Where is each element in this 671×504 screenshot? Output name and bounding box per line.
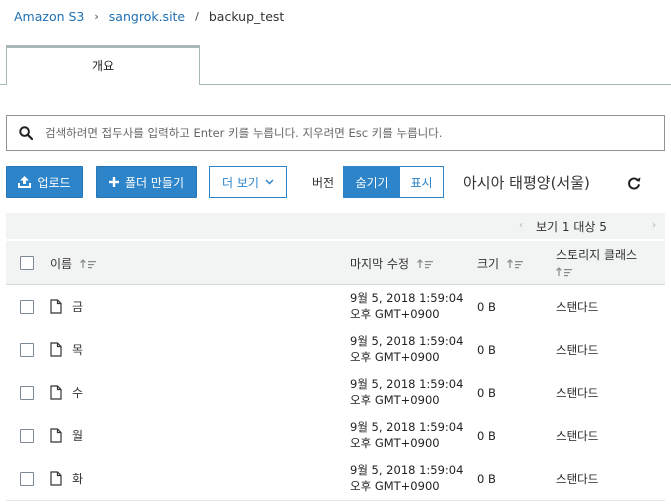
file-name-cell[interactable]: 금 — [50, 298, 83, 315]
last-modified-date: 9월 5, 2018 1:59:04 — [350, 420, 464, 434]
column-header-size-label: 크기 — [477, 257, 500, 271]
size-cell: 0 B — [477, 300, 496, 314]
table-row: 수 9월 5, 2018 1:59:04 오후 GMT+0900 0 B 스탠다… — [6, 371, 665, 415]
table-row: 목 9월 5, 2018 1:59:04 오후 GMT+0900 0 B 스탠다… — [6, 328, 665, 372]
create-folder-button[interactable]: 폴더 만들기 — [96, 166, 197, 198]
file-name: 월 — [72, 429, 84, 443]
storage-class-cell: 스탠다드 — [556, 300, 599, 314]
pagination-text: 보기 1 대상 5 — [536, 220, 607, 234]
search-icon — [19, 126, 33, 140]
select-all-checkbox[interactable] — [20, 256, 34, 270]
table-header: 이름 마지막 수정 크기 스토리지 클래스 — [6, 241, 665, 285]
sort-icon — [80, 258, 97, 268]
last-modified-cell: 9월 5, 2018 1:59:04 오후 GMT+0900 — [350, 333, 463, 365]
file-icon — [50, 471, 62, 486]
version-label: 버전 — [312, 176, 335, 190]
file-name-cell[interactable]: 월 — [50, 427, 83, 444]
file-name: 화 — [72, 472, 84, 486]
chevron-down-icon — [265, 179, 274, 185]
upload-icon — [18, 176, 32, 188]
file-icon — [50, 299, 62, 314]
row-checkbox[interactable] — [20, 300, 34, 314]
last-modified-time: 오후 GMT+0900 — [350, 307, 440, 321]
file-name-cell[interactable]: 수 — [50, 384, 83, 401]
breadcrumb-bucket[interactable]: sangrok.site — [109, 9, 185, 24]
last-modified-time: 오후 GMT+0900 — [350, 393, 440, 407]
column-header-name-label: 이름 — [50, 257, 73, 271]
last-modified-date: 9월 5, 2018 1:59:04 — [350, 463, 464, 477]
breadcrumb-amazon-s3[interactable]: Amazon S3 — [14, 9, 84, 24]
row-checkbox[interactable] — [20, 429, 34, 443]
last-modified-time: 오후 GMT+0900 — [350, 479, 440, 493]
size-cell: 0 B — [477, 429, 496, 443]
file-icon — [50, 428, 62, 443]
create-folder-button-label: 폴더 만들기 — [124, 175, 184, 190]
upload-button-label: 업로드 — [37, 175, 71, 190]
size-cell: 0 B — [477, 472, 496, 486]
column-header-name[interactable]: 이름 — [50, 255, 98, 272]
storage-class-cell: 스탠다드 — [556, 386, 599, 400]
file-name: 금 — [72, 300, 84, 314]
tab-overview[interactable]: 개요 — [6, 45, 200, 85]
version-hide-option[interactable]: 숨기기 — [344, 167, 400, 197]
last-modified-cell: 9월 5, 2018 1:59:04 오후 GMT+0900 — [350, 419, 463, 451]
storage-class-cell: 스탠다드 — [556, 429, 599, 443]
table-row: 화 9월 5, 2018 1:59:04 오후 GMT+0900 0 B 스탠다… — [6, 457, 665, 501]
sort-icon — [556, 267, 572, 277]
file-name: 목 — [72, 343, 84, 357]
file-name: 수 — [72, 386, 84, 400]
last-modified-date: 9월 5, 2018 1:59:04 — [350, 291, 464, 305]
column-header-last-modified[interactable]: 마지막 수정 — [350, 255, 435, 272]
breadcrumb-separator: / — [195, 9, 199, 23]
last-modified-cell: 9월 5, 2018 1:59:04 오후 GMT+0900 — [350, 290, 463, 322]
file-icon — [50, 342, 62, 357]
last-modified-cell: 9월 5, 2018 1:59:04 오후 GMT+0900 — [350, 376, 463, 408]
last-modified-date: 9월 5, 2018 1:59:04 — [350, 334, 464, 348]
table-row: 월 9월 5, 2018 1:59:04 오후 GMT+0900 0 B 스탠다… — [6, 414, 665, 458]
breadcrumb-separator: › — [94, 9, 99, 23]
column-header-storage-class-label: 스토리지 클래스 — [556, 248, 638, 262]
search-bar — [6, 115, 665, 151]
more-actions-label: 더 보기 — [222, 175, 259, 190]
size-cell: 0 B — [477, 343, 496, 357]
more-actions-dropdown[interactable]: 더 보기 — [209, 166, 287, 198]
column-header-last-modified-label: 마지막 수정 — [350, 257, 410, 271]
row-checkbox[interactable] — [20, 343, 34, 357]
version-toggle: 숨기기 표시 — [343, 166, 444, 198]
upload-button[interactable]: 업로드 — [6, 166, 83, 198]
last-modified-time: 오후 GMT+0900 — [350, 436, 440, 450]
pagination-prev[interactable]: ‹ — [519, 220, 523, 231]
row-checkbox[interactable] — [20, 386, 34, 400]
storage-class-cell: 스탠다드 — [556, 343, 599, 357]
file-icon — [50, 385, 62, 400]
region-label: 아시아 태평양(서울) — [463, 174, 590, 192]
column-header-storage-class[interactable]: 스토리지 클래스 — [556, 246, 637, 280]
pagination-next[interactable]: › — [652, 220, 656, 231]
row-checkbox[interactable] — [20, 472, 34, 486]
plus-icon — [108, 177, 119, 187]
column-header-size[interactable]: 크기 — [477, 255, 525, 272]
last-modified-time: 오후 GMT+0900 — [350, 350, 440, 364]
breadcrumb: Amazon S3 › sangrok.site / backup_test — [14, 7, 284, 25]
breadcrumb-current-folder: backup_test — [208, 8, 285, 24]
storage-class-cell: 스탠다드 — [556, 472, 599, 486]
sort-icon — [507, 258, 524, 268]
file-name-cell[interactable]: 목 — [50, 341, 83, 358]
version-show-option[interactable]: 표시 — [400, 167, 443, 197]
last-modified-cell: 9월 5, 2018 1:59:04 오후 GMT+0900 — [350, 462, 463, 494]
sort-icon — [417, 258, 434, 268]
size-cell: 0 B — [477, 386, 496, 400]
refresh-icon[interactable] — [627, 176, 641, 190]
search-input[interactable] — [45, 126, 645, 140]
last-modified-date: 9월 5, 2018 1:59:04 — [350, 377, 464, 391]
file-name-cell[interactable]: 화 — [50, 470, 83, 487]
table-row: 금 9월 5, 2018 1:59:04 오후 GMT+0900 0 B 스탠다… — [6, 285, 665, 329]
